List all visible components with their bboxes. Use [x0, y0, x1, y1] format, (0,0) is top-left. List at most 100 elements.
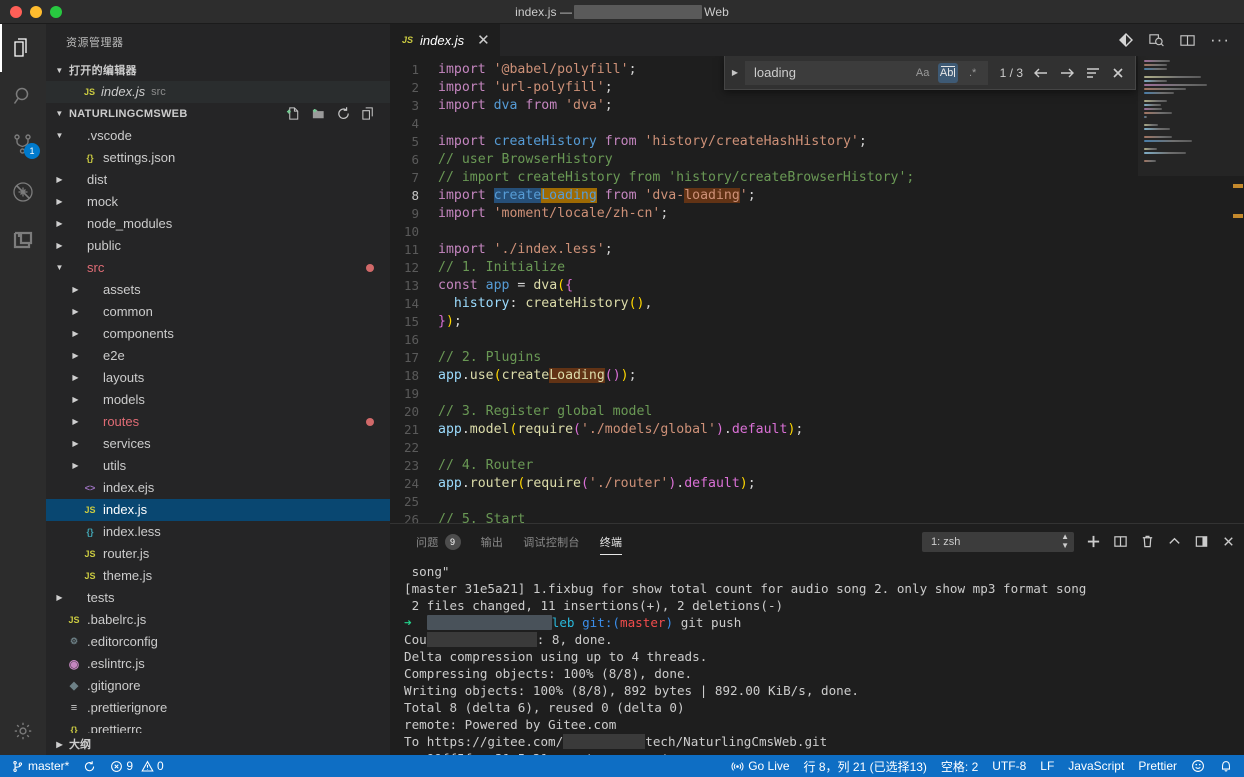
panel-tab-problems[interactable]: 问题 9 [406, 524, 471, 559]
close-icon[interactable] [1111, 66, 1125, 80]
activity-item-source-control[interactable]: 1 [0, 120, 46, 168]
code-line[interactable]: 21 app.model(require('./models/global').d… [390, 421, 1244, 439]
tree-folder-assets[interactable]: ▶ assets [46, 279, 390, 301]
preview-icon[interactable] [1148, 32, 1165, 49]
code-line[interactable]: 4 [390, 115, 1244, 133]
tree-file-index-less[interactable]: {} index.less [46, 521, 390, 543]
tree-file-prettierrc[interactable]: {} .prettierrc [46, 719, 390, 733]
status-problems[interactable]: 9 0 [103, 755, 170, 777]
code-line[interactable]: 10 [390, 223, 1244, 241]
tree-folder-node-modules[interactable]: ▶ node_modules [46, 213, 390, 235]
overview-ruler[interactable] [1230, 56, 1244, 523]
tree-file-babelrc-js[interactable]: JS .babelrc.js [46, 609, 390, 631]
activity-item-manage[interactable] [0, 707, 46, 755]
file-tree[interactable]: ▼ .vscode {} settings.json ▶ dist ▶ mock ▶ node_m… [46, 125, 390, 733]
tree-file-editorconfig[interactable]: ⚙ .editorconfig [46, 631, 390, 653]
status-eol[interactable]: LF [1033, 755, 1061, 777]
refresh-icon[interactable] [336, 106, 351, 121]
find-in-selection-icon[interactable] [1085, 66, 1101, 80]
tree-folder-models[interactable]: ▶ models [46, 389, 390, 411]
status-notifications[interactable] [1212, 755, 1240, 777]
code-line[interactable]: 9 import 'moment/locale/zh-cn'; [390, 205, 1244, 223]
code-line[interactable]: 7 // import createHistory from 'history/c… [390, 169, 1244, 187]
terminal-output[interactable]: song" [master 31e5a21] 1.fixbug for show … [390, 559, 1244, 755]
code-line[interactable]: 5 import createHistory from 'history/crea… [390, 133, 1244, 151]
code-line[interactable]: 12 // 1. Initialize [390, 259, 1244, 277]
code-line[interactable]: 26 // 5. Start [390, 511, 1244, 523]
match-case-toggle[interactable]: Aa [913, 63, 933, 83]
tree-folder-public[interactable]: ▶ public [46, 235, 390, 257]
code-line[interactable]: 23 // 4. Router [390, 457, 1244, 475]
tree-folder-mock[interactable]: ▶ mock [46, 191, 390, 213]
next-match-icon[interactable] [1059, 66, 1075, 80]
tree-file-router-js[interactable]: JS router.js [46, 543, 390, 565]
status-encoding[interactable]: UTF-8 [985, 755, 1033, 777]
match-whole-word-toggle[interactable]: Ab [937, 62, 958, 83]
code-line[interactable]: 24 app.router(require('./router').default… [390, 475, 1244, 493]
code-line[interactable]: 13 const app = dva({ [390, 277, 1244, 295]
status-branch[interactable]: master* [4, 755, 76, 777]
code-line[interactable]: 15}); [390, 313, 1244, 331]
tree-file-theme-js[interactable]: JS theme.js [46, 565, 390, 587]
tree-folder-common[interactable]: ▶ common [46, 301, 390, 323]
status-formatter[interactable]: Prettier [1131, 755, 1184, 777]
tree-folder-utils[interactable]: ▶ utils [46, 455, 390, 477]
more-actions-icon[interactable]: ··· [1210, 31, 1230, 48]
code-line[interactable]: 8 import createLoading from 'dva-loading'… [390, 187, 1244, 205]
activity-item-explorer[interactable] [0, 24, 46, 72]
find-input[interactable]: loading Aa Ab .* [745, 60, 988, 85]
tree-folder-src[interactable]: ▼ src [46, 257, 390, 279]
tree-folder-services[interactable]: ▶ services [46, 433, 390, 455]
toggle-sidebar-icon[interactable] [1194, 534, 1209, 549]
find-widget[interactable]: ▶ loading Aa Ab .* 1 / 3 [724, 56, 1136, 90]
source-control-icon[interactable] [1118, 32, 1134, 48]
tree-file-index-ejs[interactable]: <> index.ejs [46, 477, 390, 499]
status-cursor-position[interactable]: 行 8，列 21 (已选择13) [797, 755, 934, 777]
code-content[interactable]: 1 import '@babel/polyfill'; 2 import 'url-p… [390, 56, 1244, 523]
panel-tab-terminal[interactable]: 终端 [590, 524, 633, 559]
activity-item-extensions[interactable] [0, 216, 46, 264]
status-indentation[interactable]: 空格: 2 [934, 755, 985, 777]
use-regex-toggle[interactable]: .* [963, 63, 983, 83]
open-editor-item-index-js[interactable]: JS index.js src [46, 81, 390, 103]
minimap[interactable] [1138, 56, 1244, 523]
code-line[interactable]: 19 [390, 385, 1244, 403]
close-icon[interactable]: ✕ [477, 33, 490, 48]
split-terminal-icon[interactable] [1113, 534, 1128, 549]
project-header[interactable]: ▼ NATURLINGCMSWEB [46, 103, 390, 125]
add-terminal-icon[interactable] [1086, 534, 1101, 549]
activity-item-search[interactable] [0, 72, 46, 120]
tree-folder-components[interactable]: ▶ components [46, 323, 390, 345]
tree-file-eslintrc-js[interactable]: ◉ .eslintrc.js [46, 653, 390, 675]
tree-file-settings-json[interactable]: {} settings.json [46, 147, 390, 169]
tree-folder-routes[interactable]: ▶ routes [46, 411, 390, 433]
code-line[interactable]: 14 history: createHistory(), [390, 295, 1244, 313]
kill-terminal-icon[interactable] [1140, 534, 1155, 549]
status-sync[interactable] [76, 755, 103, 777]
new-folder-icon[interactable] [311, 106, 326, 121]
tree-folder-dist[interactable]: ▶ dist [46, 169, 390, 191]
new-file-icon[interactable] [286, 106, 301, 121]
status-go-live[interactable]: Go Live [724, 755, 796, 777]
tree-file-prettierignore[interactable]: ≡ .prettierignore [46, 697, 390, 719]
panel-tab-output[interactable]: 输出 [471, 524, 514, 559]
split-editor-icon[interactable] [1179, 32, 1196, 49]
code-line[interactable]: 18 app.use(createLoading()); [390, 367, 1244, 385]
tree-folder-vscode[interactable]: ▼ .vscode [46, 125, 390, 147]
code-line[interactable]: 17 // 2. Plugins [390, 349, 1244, 367]
tree-file-index-js[interactable]: JS index.js [46, 498, 390, 521]
panel-tab-debug-console[interactable]: 调试控制台 [513, 524, 590, 559]
chevron-right-icon[interactable]: ▶ [727, 68, 743, 77]
previous-match-icon[interactable] [1033, 66, 1049, 80]
tree-file-gitignore[interactable]: ◆ .gitignore [46, 675, 390, 697]
tree-folder-e2e[interactable]: ▶ e2e [46, 345, 390, 367]
code-line[interactable]: 16 [390, 331, 1244, 349]
close-panel-icon[interactable] [1221, 534, 1236, 549]
activity-item-run-and-debug[interactable] [0, 168, 46, 216]
outline-header[interactable]: ▶ 大纲 [46, 733, 390, 755]
status-language-mode[interactable]: JavaScript [1061, 755, 1131, 777]
code-line[interactable]: 3 import dva from 'dva'; [390, 97, 1244, 115]
open-editors-header[interactable]: ▼ 打开的编辑器 [46, 59, 390, 81]
code-line[interactable]: 11 import './index.less'; [390, 241, 1244, 259]
tree-folder-layouts[interactable]: ▶ layouts [46, 367, 390, 389]
